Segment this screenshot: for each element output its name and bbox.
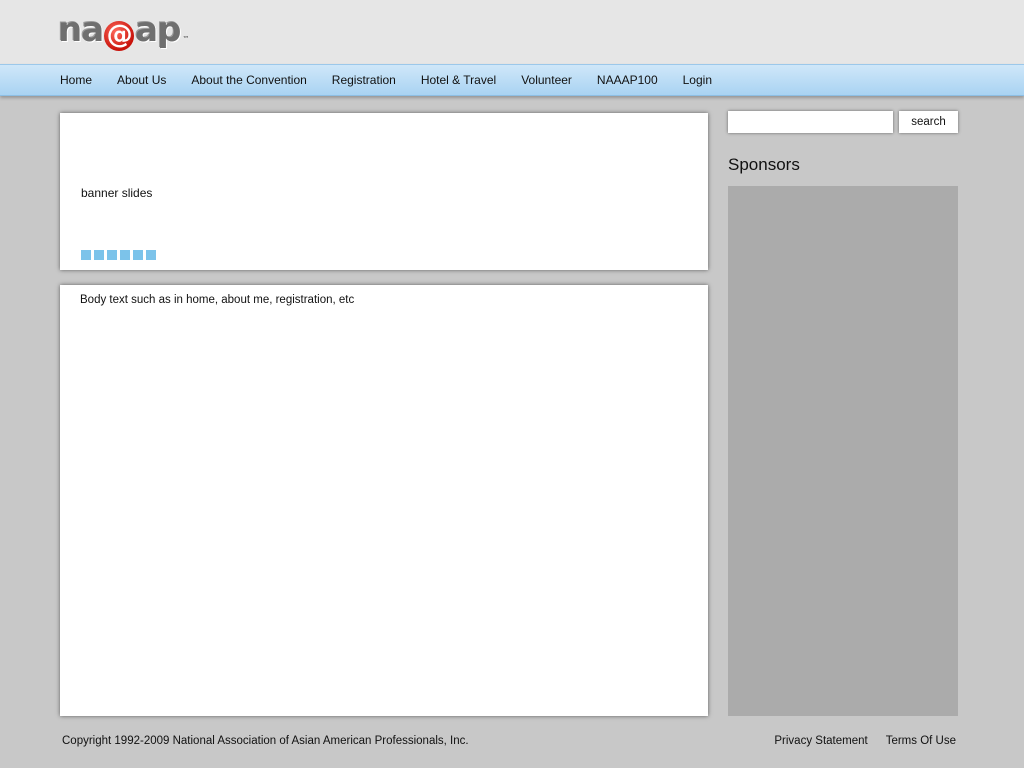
slide-dot-6[interactable] xyxy=(146,250,156,260)
nav-item-hotel-travel[interactable]: Hotel & Travel xyxy=(421,73,496,87)
nav-item-about-the-convention[interactable]: About the Convention xyxy=(191,73,306,87)
search-button[interactable]: search xyxy=(899,111,958,133)
logo-text-right: ap xyxy=(135,10,181,50)
body-content-panel: Body text such as in home, about me, reg… xyxy=(60,285,708,716)
slide-dot-1[interactable] xyxy=(81,250,91,260)
privacy-statement-link[interactable]: Privacy Statement xyxy=(774,735,867,747)
nav-item-volunteer[interactable]: Volunteer xyxy=(521,73,572,87)
banner-label: banner slides xyxy=(81,186,153,200)
sponsors-area xyxy=(728,186,958,716)
footer-links: Privacy Statement Terms Of Use xyxy=(774,735,956,747)
site-header: na @ ap ™ xyxy=(0,0,1024,64)
search-input[interactable] xyxy=(728,111,893,133)
slide-dot-4[interactable] xyxy=(120,250,130,260)
slide-dot-5[interactable] xyxy=(133,250,143,260)
main-nav: Home About Us About the Convention Regis… xyxy=(0,64,1024,96)
body-text: Body text such as in home, about me, reg… xyxy=(80,294,355,306)
banner-slideshow: banner slides xyxy=(60,113,708,270)
nav-item-naaap100[interactable]: NAAAP100 xyxy=(597,73,658,87)
naaap-logo[interactable]: na @ ap ™ xyxy=(58,10,190,51)
copyright-text: Copyright 1992-2009 National Association… xyxy=(62,735,469,747)
logo-at-icon: @ xyxy=(104,21,135,51)
nav-item-about-us[interactable]: About Us xyxy=(117,73,166,87)
slide-dot-3[interactable] xyxy=(107,250,117,260)
slide-indicators xyxy=(81,250,156,260)
nav-item-home[interactable]: Home xyxy=(60,73,92,87)
sponsors-heading: Sponsors xyxy=(728,155,800,174)
nav-item-registration[interactable]: Registration xyxy=(332,73,396,87)
logo-trademark: ™ xyxy=(182,35,190,43)
slide-dot-2[interactable] xyxy=(94,250,104,260)
terms-of-use-link[interactable]: Terms Of Use xyxy=(886,735,956,747)
logo-text-left: na xyxy=(58,10,104,50)
nav-item-login[interactable]: Login xyxy=(683,73,712,87)
